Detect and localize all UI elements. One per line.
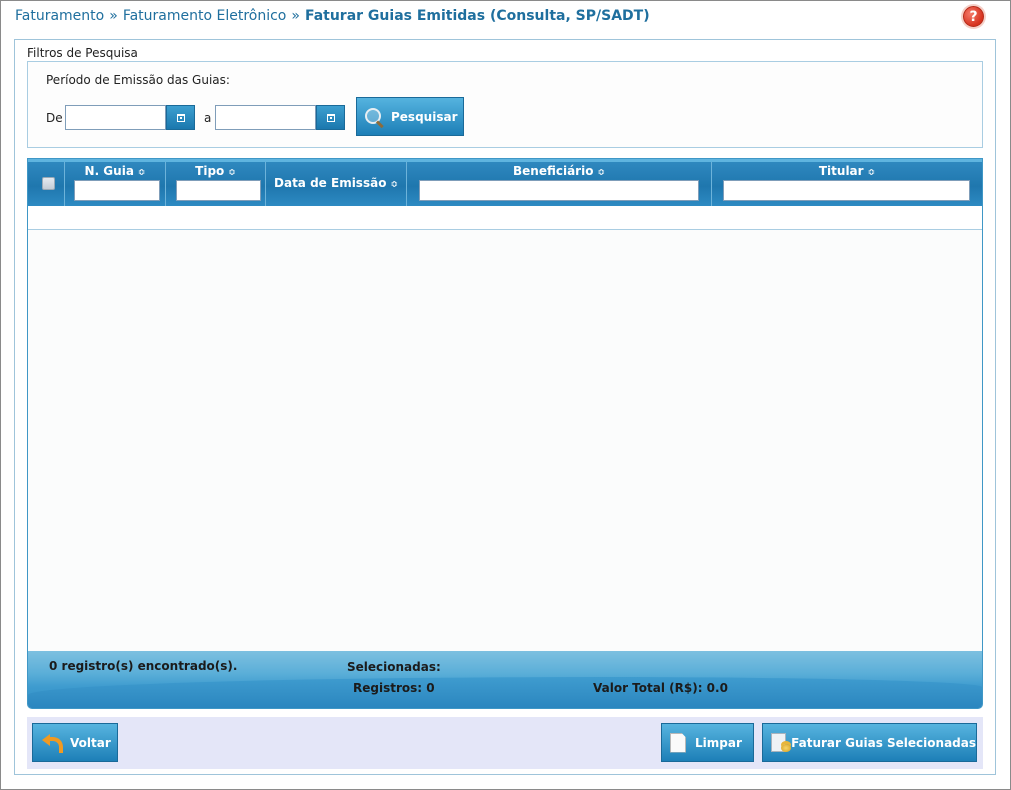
column-beneficiario: Beneficiário ≎: [407, 162, 712, 206]
records-found: 0 registro(s) encontrado(s).: [49, 659, 238, 673]
select-all-column: [28, 162, 65, 206]
grid-footer: 0 registro(s) encontrado(s). Selecionada…: [28, 651, 982, 708]
from-label: De: [46, 111, 63, 125]
magnifier-icon: [365, 107, 383, 126]
results-grid: N. Guia ≎ Tipo ≎ Data de Emissão ≎ Benefici…: [27, 158, 983, 709]
column-data-emissao: Data de Emissão ≎: [266, 162, 407, 206]
column-label: Beneficiário: [512, 164, 594, 178]
column-header-titular[interactable]: Titular ≎: [712, 164, 982, 178]
billing-icon: [771, 732, 792, 753]
sort-icon: ≎: [867, 168, 876, 178]
date-from-input[interactable]: [65, 105, 166, 130]
calendar-to-button[interactable]: [316, 105, 345, 130]
grid-header: N. Guia ≎ Tipo ≎ Data de Emissão ≎ Benefici…: [28, 159, 982, 206]
total-value: Valor Total (R$): 0.0: [593, 681, 728, 695]
clear-button[interactable]: Limpar: [661, 723, 754, 762]
breadcrumb: Faturamento» Faturamento Eletrônico» Fatur…: [15, 8, 650, 26]
sort-icon: ≎: [390, 180, 398, 190]
column-label: Data de Emissão: [274, 176, 387, 190]
back-button-label: Voltar: [70, 735, 111, 750]
search-button[interactable]: Pesquisar: [356, 97, 464, 136]
period-label: Período de Emissão das Guias:: [46, 73, 230, 87]
page-title: Faturar Guias Emitidas (Consulta, SP/SAD…: [304, 8, 650, 24]
column-label: Titular: [818, 164, 864, 178]
action-bar: Voltar Limpar Faturar Guias Selecionadas: [27, 717, 983, 769]
filters-legend: Filtros de Pesquisa: [27, 46, 138, 60]
breadcrumb-item-faturamento-eletronico[interactable]: Faturamento Eletrônico: [123, 8, 287, 24]
document-icon: [670, 732, 686, 753]
filter-beneficiario-input[interactable]: [419, 180, 699, 201]
main-panel: Filtros de Pesquisa Período de Emissão d…: [14, 39, 996, 775]
breadcrumb-separator: »: [109, 8, 118, 24]
help-icon[interactable]: ?: [963, 6, 984, 27]
bill-selected-button[interactable]: Faturar Guias Selecionadas: [762, 723, 977, 762]
sort-icon: ≎: [137, 168, 146, 178]
footer-wave: [28, 677, 982, 708]
to-label: a: [204, 111, 212, 125]
filter-n-guia-input[interactable]: [74, 180, 160, 201]
calendar-icon: [326, 113, 335, 122]
column-label: N. Guia: [84, 164, 134, 178]
calendar-from-button[interactable]: [166, 105, 195, 130]
selected-records: Registros: 0: [353, 681, 435, 695]
column-label: Tipo: [195, 164, 225, 178]
search-button-label: Pesquisar: [391, 109, 458, 124]
filter-tipo-input[interactable]: [176, 180, 261, 201]
column-tipo: Tipo ≎: [166, 162, 266, 206]
calendar-icon: [176, 113, 185, 122]
breadcrumb-item-faturamento[interactable]: Faturamento: [15, 8, 104, 24]
date-to-input[interactable]: [215, 105, 316, 130]
help-icon-glyph: ?: [969, 8, 978, 25]
column-header-n-guia[interactable]: N. Guia ≎: [65, 164, 165, 178]
select-all-checkbox[interactable]: [42, 177, 55, 190]
empty-row: [28, 206, 982, 230]
column-header-tipo[interactable]: Tipo ≎: [166, 164, 265, 178]
column-header-data-emissao[interactable]: Data de Emissão ≎: [266, 176, 406, 190]
back-button[interactable]: Voltar: [32, 723, 118, 762]
column-header-beneficiario[interactable]: Beneficiário ≎: [407, 164, 711, 178]
filter-titular-input[interactable]: [723, 180, 970, 201]
selected-label: Selecionadas:: [347, 660, 441, 674]
back-arrow-icon: [42, 734, 63, 753]
clear-button-label: Limpar: [695, 735, 742, 750]
column-titular: Titular ≎: [712, 162, 982, 206]
breadcrumb-separator: »: [291, 8, 300, 24]
filter-box: Período de Emissão das Guias: De a Pesqu…: [27, 61, 983, 148]
sort-icon: ≎: [597, 168, 605, 178]
column-n-guia: N. Guia ≎: [65, 162, 166, 206]
page-frame: Faturamento» Faturamento Eletrônico» Fatur…: [0, 0, 1011, 790]
bill-selected-button-label: Faturar Guias Selecionadas: [791, 735, 976, 750]
sort-icon: ≎: [228, 168, 236, 178]
